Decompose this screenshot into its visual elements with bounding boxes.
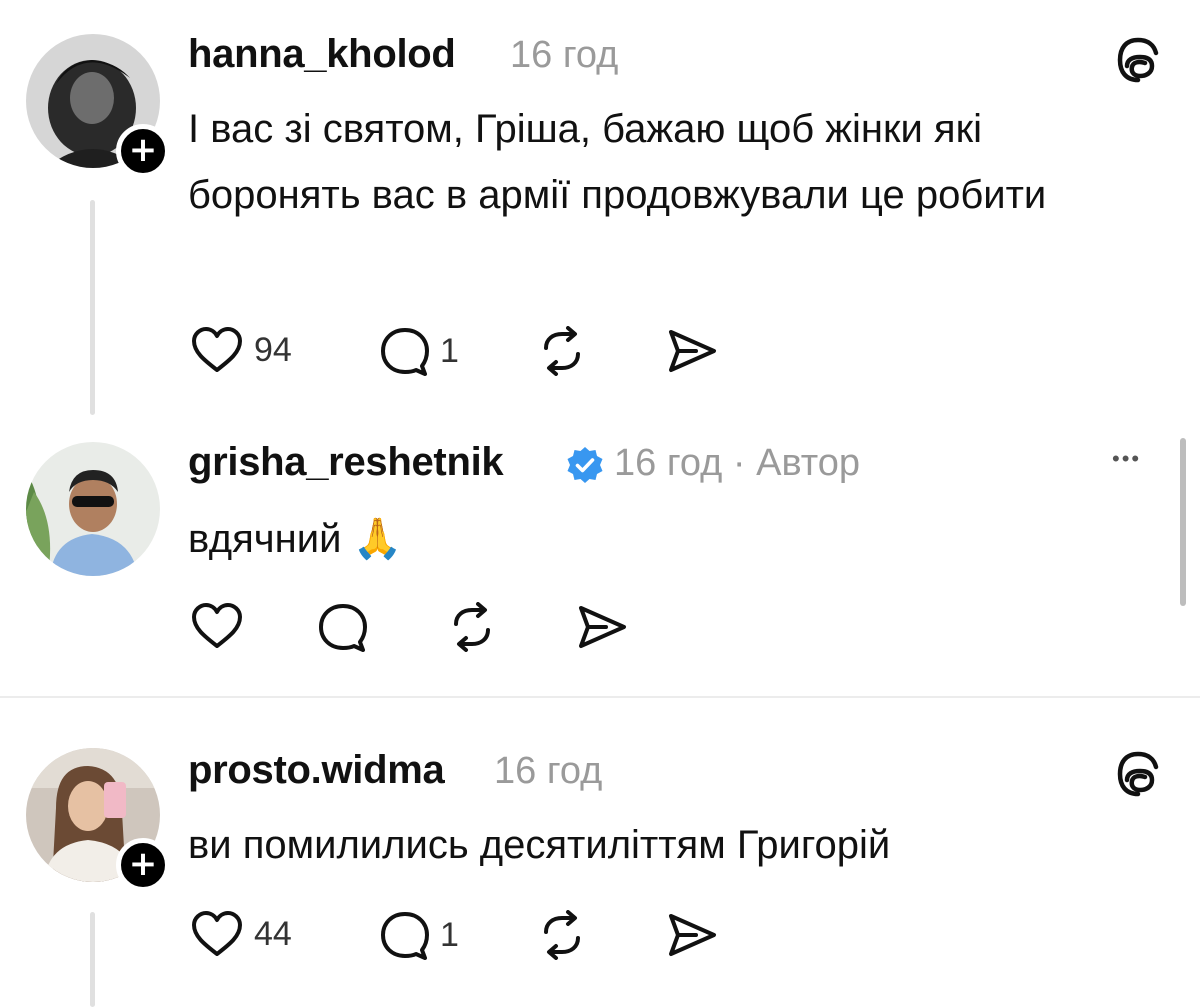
like-count: 94 [254,330,292,369]
reply-count: 1 [440,331,459,370]
avatar[interactable] [26,442,160,576]
verified-badge-icon [566,446,604,484]
timestamp: 16 год [494,750,603,792]
share-button[interactable] [666,328,718,374]
comment-text: ви помилились десятиліттям Григорій [188,823,891,867]
username[interactable]: prosto.widma [188,748,445,793]
comment-icon [381,912,429,960]
heart-icon [192,603,242,648]
share-icon [669,914,716,956]
thread-line [90,200,95,415]
thread-divider [0,696,1200,698]
share-button[interactable] [576,604,628,650]
heart-icon [192,911,242,956]
share-icon [579,606,626,648]
timestamp: 16 год · Автор [614,442,861,484]
reply-button[interactable]: 1 [378,326,459,376]
comment-icon [319,604,367,652]
timestamp: 16 год [510,34,619,76]
repost-button[interactable] [536,910,588,960]
follow-plus-icon[interactable]: + [116,838,170,892]
reply-button[interactable] [316,602,368,652]
like-count: 44 [254,914,292,953]
comment-text: вдячний 🙏 [188,517,403,561]
reply-count: 1 [440,915,459,954]
comment-icon [381,328,429,376]
more-options-icon[interactable]: ••• [1112,446,1141,472]
like-button[interactable] [190,602,244,650]
comment-text: І вас зі святом, Гріша, бажаю щоб жінки … [188,107,1047,217]
repost-icon [454,602,490,652]
repost-icon [544,326,580,376]
repost-button[interactable] [446,602,498,652]
like-button[interactable]: 44 [190,910,292,958]
reply-button[interactable]: 1 [378,910,459,960]
thread-line [90,912,95,1007]
like-button[interactable]: 94 [190,326,292,374]
heart-icon [192,327,242,372]
username[interactable]: hanna_kholod [188,32,456,77]
repost-icon [544,910,580,960]
scrollbar[interactable] [1180,438,1186,606]
share-icon [669,330,716,372]
threads-logo-icon[interactable] [1114,36,1162,84]
repost-button[interactable] [536,326,588,376]
share-button[interactable] [666,912,718,958]
follow-plus-icon[interactable]: + [116,124,170,178]
username[interactable]: grisha_reshetnik [188,440,504,485]
threads-logo-icon[interactable] [1114,750,1162,798]
